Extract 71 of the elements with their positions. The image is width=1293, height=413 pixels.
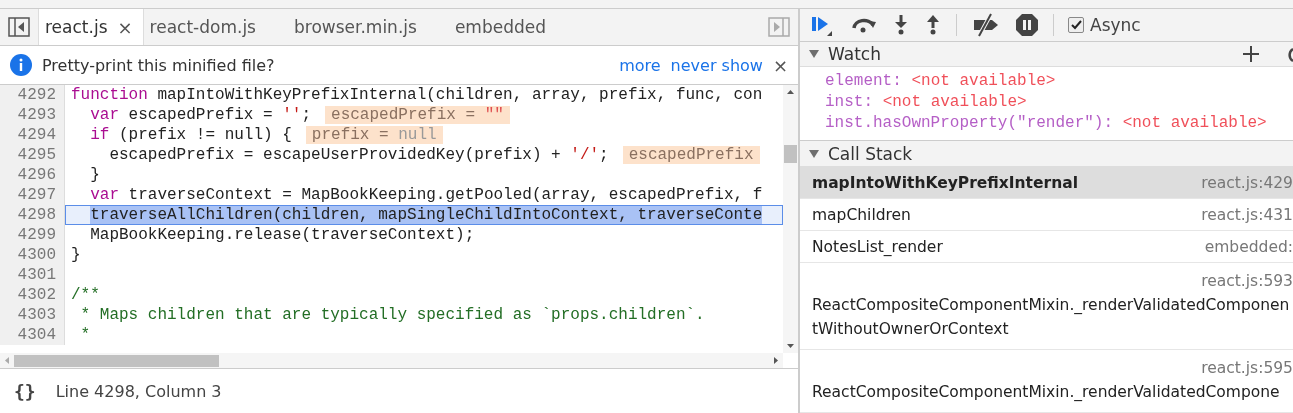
watch-expression: inst.hasOwnProperty("render"): <not available> bbox=[825, 113, 1268, 135]
add-icon[interactable] bbox=[1243, 46, 1259, 63]
source-location: react.js:429 bbox=[1201, 172, 1293, 194]
source-location: react.js:595 bbox=[1200, 358, 1293, 379]
function-name: ReactCompositeComponentMixin._renderValidatedCompone bbox=[812, 382, 1281, 403]
code-text: var escapedPrefix = ''; escapedPrefix = "" bbox=[65, 105, 783, 125]
file-tab[interactable]: browser.min.js bbox=[287, 9, 427, 45]
info-icon bbox=[10, 54, 32, 76]
line-number: 4297 bbox=[0, 185, 65, 205]
line-number: 4292 bbox=[0, 85, 65, 105]
function-name: mapChildren bbox=[812, 204, 911, 226]
file-tab[interactable]: react-dom.js bbox=[143, 9, 266, 45]
section-title: Call Stack bbox=[828, 143, 913, 164]
tab-label: react-dom.js bbox=[149, 17, 256, 37]
code-text: traverseAllChildren(children, mapSingleChildIntoContext, traverseConte bbox=[65, 205, 783, 225]
line-number: 4304 bbox=[0, 325, 65, 345]
line-number: 4295 bbox=[0, 145, 65, 165]
code-text: /** bbox=[70, 285, 101, 305]
code-text: } bbox=[70, 245, 82, 265]
infobar-link[interactable]: never show bbox=[670, 55, 763, 75]
async-checkbox[interactable]: Async bbox=[1068, 14, 1141, 35]
pretty-print-button[interactable]: {} bbox=[14, 380, 36, 402]
close-icon[interactable]: × bbox=[772, 54, 788, 76]
tab-label: browser.min.js bbox=[293, 17, 417, 37]
source-location: embedded: bbox=[1204, 236, 1293, 258]
function-name: ReactCompositeComponentMixin._renderValidatedComponentWithoutOwnerOrContext bbox=[812, 295, 1291, 340]
checkbox[interactable] bbox=[1068, 16, 1084, 33]
code-text: if (prefix != null) { prefix = null bbox=[65, 125, 783, 145]
code-text: MapBookKeeping.release(traverseContext); bbox=[89, 225, 476, 245]
function-name: mapIntoWithKeyPrefixInternal bbox=[812, 172, 1078, 194]
source-location: react.js:431 bbox=[1201, 204, 1293, 226]
expanded-triangle-icon[interactable] bbox=[808, 148, 820, 159]
scrollbar-thumb[interactable] bbox=[784, 145, 797, 163]
section-header[interactable]: Call Stack bbox=[800, 141, 1293, 167]
line-number: 4302 bbox=[0, 285, 65, 305]
code-text: var traverseContext = MapBookKeeping.getPooled(array, escapedPrefix, f bbox=[89, 185, 764, 205]
code-text: } bbox=[89, 165, 101, 185]
line-number: 4296 bbox=[0, 165, 65, 185]
horizontal-scrollbar[interactable] bbox=[0, 353, 783, 368]
line-number: 4301 bbox=[0, 265, 65, 285]
infobar-message: Pretty-print this minified file? bbox=[42, 55, 275, 75]
line-number: 4299 bbox=[0, 225, 65, 245]
tab-label: react.js bbox=[45, 17, 108, 37]
source-location: react.js:593 bbox=[1200, 271, 1293, 292]
section-header[interactable]: Watch bbox=[800, 41, 1293, 68]
expanded-triangle-icon[interactable] bbox=[808, 49, 820, 60]
cursor-position: Line 4298, Column 3 bbox=[55, 381, 222, 401]
infobar-link[interactable]: more bbox=[619, 55, 661, 75]
code-text: * bbox=[79, 325, 92, 345]
watch-expression: element: <not available> bbox=[825, 71, 1057, 93]
line-number: 4298 bbox=[0, 205, 65, 225]
code-text: function mapIntoWithKeyPrefixInternal(children, array, prefix, func, con bbox=[70, 85, 764, 105]
code-text: escapedPrefix = escapeUserProvidedKey(prefix) + '/'; escapedPrefix bbox=[65, 145, 783, 165]
line-number: 4294 bbox=[0, 125, 65, 145]
file-tab[interactable]: react.js × bbox=[38, 9, 144, 45]
close-icon[interactable]: × bbox=[117, 16, 133, 38]
scrollbar-thumb[interactable] bbox=[14, 354, 219, 367]
call-stack-frame[interactable]: mapIntoWithKeyPrefixInternal react.js:429 bbox=[800, 167, 1293, 199]
file-tab[interactable]: embedded bbox=[448, 9, 556, 45]
tab-label: embedded bbox=[454, 17, 546, 37]
line-number: 4293 bbox=[0, 105, 65, 125]
pause-on-exceptions-icon[interactable] bbox=[1015, 12, 1039, 37]
code-text: * Maps children that are typically specified as `props.children`. bbox=[79, 305, 706, 325]
line-number: 4303 bbox=[0, 305, 65, 325]
section-title: Watch bbox=[828, 44, 881, 65]
line-number: 4300 bbox=[0, 245, 65, 265]
watch-expression: inst: <not available> bbox=[825, 92, 1028, 114]
function-name: NotesList_render bbox=[812, 236, 943, 258]
checkbox-label: Async bbox=[1090, 14, 1141, 35]
step-out-icon[interactable] bbox=[924, 13, 942, 36]
vertical-scrollbar[interactable] bbox=[783, 85, 798, 353]
